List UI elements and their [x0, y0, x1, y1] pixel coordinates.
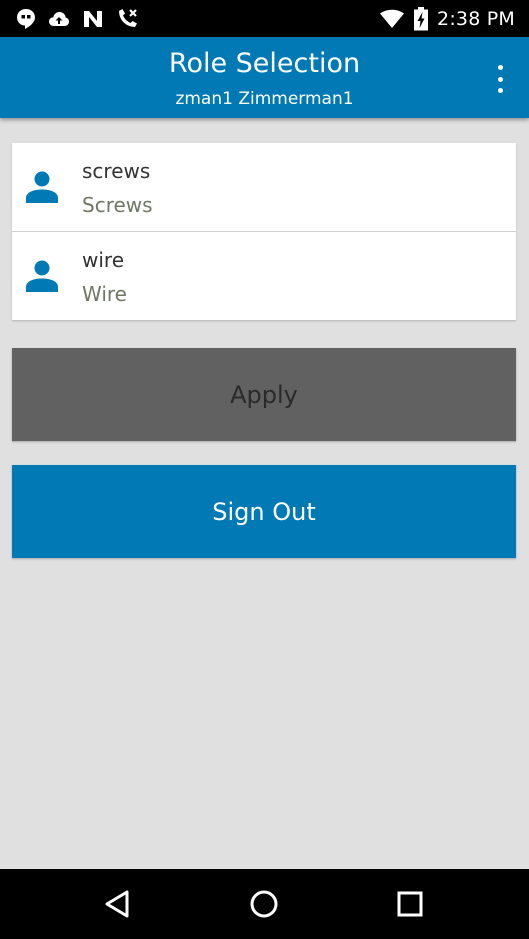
menu-dot: [497, 88, 503, 93]
overflow-menu-icon[interactable]: [493, 65, 507, 93]
wifi-icon: [380, 9, 405, 28]
missed-call-icon: [119, 9, 137, 27]
role-item-screws[interactable]: screws Screws: [12, 143, 516, 232]
role-list: screws Screws wire Wire: [12, 143, 516, 320]
recents-icon[interactable]: [392, 886, 428, 922]
back-icon[interactable]: [99, 886, 135, 922]
menu-dot: [497, 76, 503, 82]
role-description: Screws: [82, 193, 153, 217]
hangouts-icon: [17, 9, 35, 29]
user-name-subtitle: zman1 Zimmerman1: [175, 89, 354, 109]
sign-out-button[interactable]: Sign Out: [12, 465, 516, 558]
person-icon: [26, 171, 58, 203]
person-icon: [26, 260, 58, 292]
apply-button[interactable]: Apply: [12, 348, 516, 441]
clock: 2:38 PM: [437, 8, 515, 30]
menu-dot: [497, 65, 503, 70]
battery-charging-icon: [414, 7, 429, 31]
cloud-upload-icon: [49, 12, 69, 26]
system-icons: 2:38 PM: [379, 6, 515, 32]
status-bar: 2:38 PM: [0, 0, 529, 37]
role-description: Wire: [82, 282, 127, 306]
role-item-wire[interactable]: wire Wire: [12, 232, 516, 320]
home-icon[interactable]: [246, 886, 282, 922]
app-bar: Role Selection zman1 Zimmerman1: [0, 37, 529, 118]
page-title: Role Selection: [168, 48, 361, 79]
nfc-icon: [84, 11, 102, 27]
navigation-bar: [0, 869, 529, 939]
role-name: screws: [82, 159, 151, 183]
role-name: wire: [82, 248, 125, 272]
notification-icons: [16, 7, 140, 31]
